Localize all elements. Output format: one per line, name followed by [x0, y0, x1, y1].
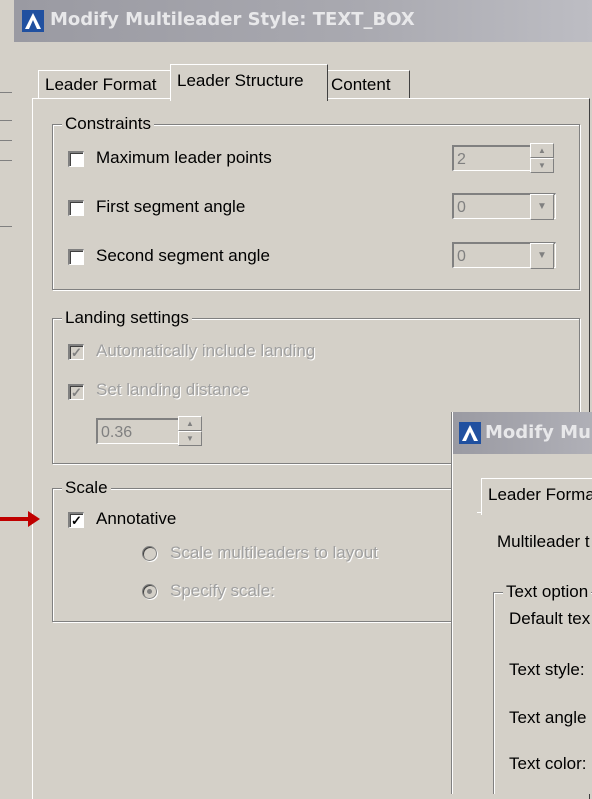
tab-leader-structure[interactable]: Leader Structure: [170, 64, 328, 101]
landing-distance-spinner[interactable]: ▲ ▼: [178, 416, 202, 446]
set-landing-distance-label: Set landing distance: [96, 380, 250, 399]
text-angle-label: Text angle: [509, 708, 587, 727]
secondary-dialog-title: Modify Mul: [485, 422, 592, 443]
annotative-checkbox[interactable]: ✓: [68, 512, 84, 528]
chevron-down-icon[interactable]: ▼: [530, 243, 554, 269]
auto-include-landing-checkbox[interactable]: ✓: [68, 344, 84, 360]
default-text-label: Default tex: [509, 609, 591, 628]
spin-down-icon[interactable]: ▼: [178, 431, 202, 446]
scale-to-layout-radio[interactable]: [142, 546, 157, 561]
annotative-label: Annotative: [96, 509, 177, 528]
divider: [0, 160, 12, 161]
second-segment-angle-checkbox[interactable]: [68, 249, 84, 265]
spin-down-icon[interactable]: ▼: [530, 158, 554, 173]
text-color-label: Text color:: [509, 754, 587, 773]
tab-leader-format[interactable]: Leader Format: [38, 70, 176, 99]
max-leader-points-checkbox[interactable]: [68, 151, 84, 167]
autocad-a-icon: [459, 422, 481, 444]
second-segment-angle-label: Second segment angle: [96, 246, 270, 265]
specify-scale-label: Specify scale:: [170, 581, 275, 600]
scale-legend: Scale: [62, 478, 111, 498]
divider: [0, 226, 12, 227]
constraints-legend: Constraints: [62, 114, 154, 134]
chevron-down-icon[interactable]: ▼: [530, 194, 554, 220]
red-pointer-arrow-head: [28, 511, 40, 527]
title-bar[interactable]: Modify Multileader Style: TEXT_BOX: [14, 0, 592, 42]
divider: [0, 120, 12, 121]
first-segment-angle-checkbox[interactable]: [68, 200, 84, 216]
scale-to-layout-label: Scale multileaders to layout: [170, 543, 378, 562]
divider: [0, 92, 12, 93]
dialog-title: Modify Multileader Style: TEXT_BOX: [50, 9, 415, 30]
secondary-title-bar[interactable]: Modify Mul: [453, 412, 592, 454]
max-leader-points-label: Maximum leader points: [96, 148, 272, 167]
landing-distance-input[interactable]: 0.36: [96, 418, 182, 444]
tab-content[interactable]: Content: [324, 70, 410, 99]
specify-scale-radio[interactable]: [142, 584, 157, 599]
text-style-label: Text style:: [509, 660, 585, 679]
radio-selected-dot: [147, 589, 152, 594]
spin-up-icon[interactable]: ▲: [530, 143, 554, 158]
first-segment-angle-label: First segment angle: [96, 197, 246, 216]
tab-leader-format-secondary[interactable]: Leader Forma: [481, 478, 592, 515]
max-leader-points-input[interactable]: 2: [452, 145, 532, 171]
set-landing-distance-checkbox[interactable]: ✓: [68, 384, 84, 400]
max-leader-points-spinner[interactable]: ▲ ▼: [530, 143, 554, 173]
landing-settings-legend: Landing settings: [62, 308, 192, 328]
multileader-type-label: Multileader t: [497, 532, 590, 551]
modify-multileader-dialog-secondary: Modify Mul Leader Forma Multileader t Te…: [452, 412, 592, 794]
spin-up-icon[interactable]: ▲: [178, 416, 202, 431]
text-options-legend: Text option: [503, 582, 592, 602]
auto-include-landing-label: Automatically include landing: [96, 341, 316, 360]
autocad-a-icon: [22, 10, 44, 32]
divider: [0, 140, 12, 141]
